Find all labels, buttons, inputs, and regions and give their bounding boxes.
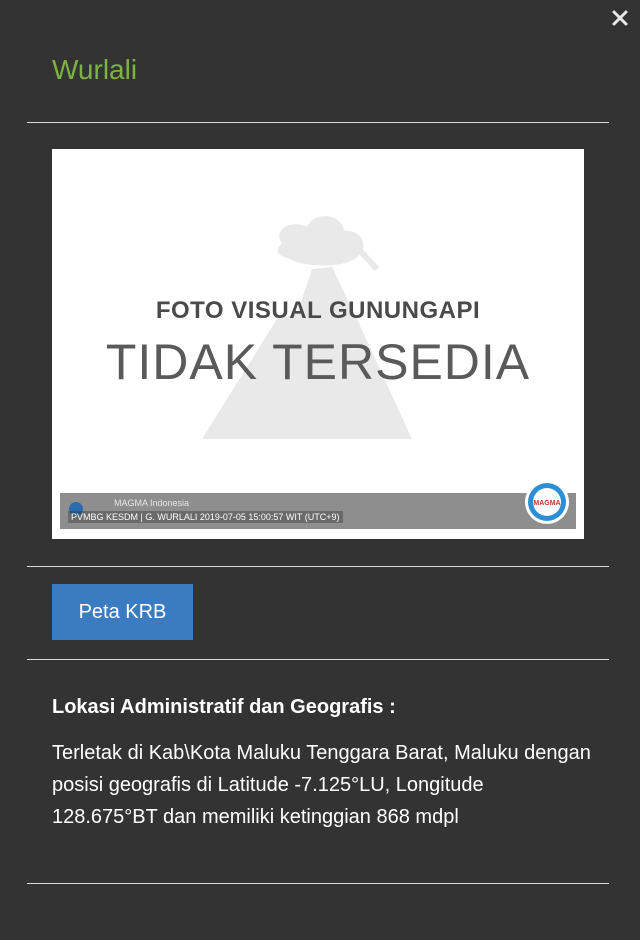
popup-title: Wurlali <box>52 54 138 85</box>
photo-watermark-bar: MAGMA Indonesia PVMBG KESDM | G. WURLALI… <box>60 493 576 529</box>
volcano-info-popup: Wurlali FOTO VISUAL GUNUNGAPI TIDAK TERS… <box>0 0 640 940</box>
divider <box>27 659 609 660</box>
magma-logo-icon: MAGMA <box>525 480 569 524</box>
peta-krb-button[interactable]: Peta KRB <box>52 584 193 640</box>
close-icon <box>612 10 628 26</box>
divider <box>27 883 609 884</box>
watermark-text: PVMBG KESDM | G. WURLALI 2019-07-05 15:0… <box>68 511 343 523</box>
close-button[interactable] <box>606 4 634 32</box>
divider <box>27 122 609 123</box>
location-heading: Lokasi Administratif dan Geografis : <box>52 696 396 718</box>
magma-logo-text: MAGMA <box>533 500 560 507</box>
location-description: Terletak di Kab\Kota Maluku Tenggara Bar… <box>52 742 591 828</box>
photo-caption-unavailable: TIDAK TERSEDIA <box>105 334 531 390</box>
watermark-brand: MAGMA Indonesia <box>114 498 190 508</box>
volcano-photo: FOTO VISUAL GUNUNGAPI TIDAK TERSEDIA MAG… <box>52 149 584 539</box>
divider <box>27 566 609 567</box>
photo-caption-title: FOTO VISUAL GUNUNGAPI <box>155 297 481 324</box>
